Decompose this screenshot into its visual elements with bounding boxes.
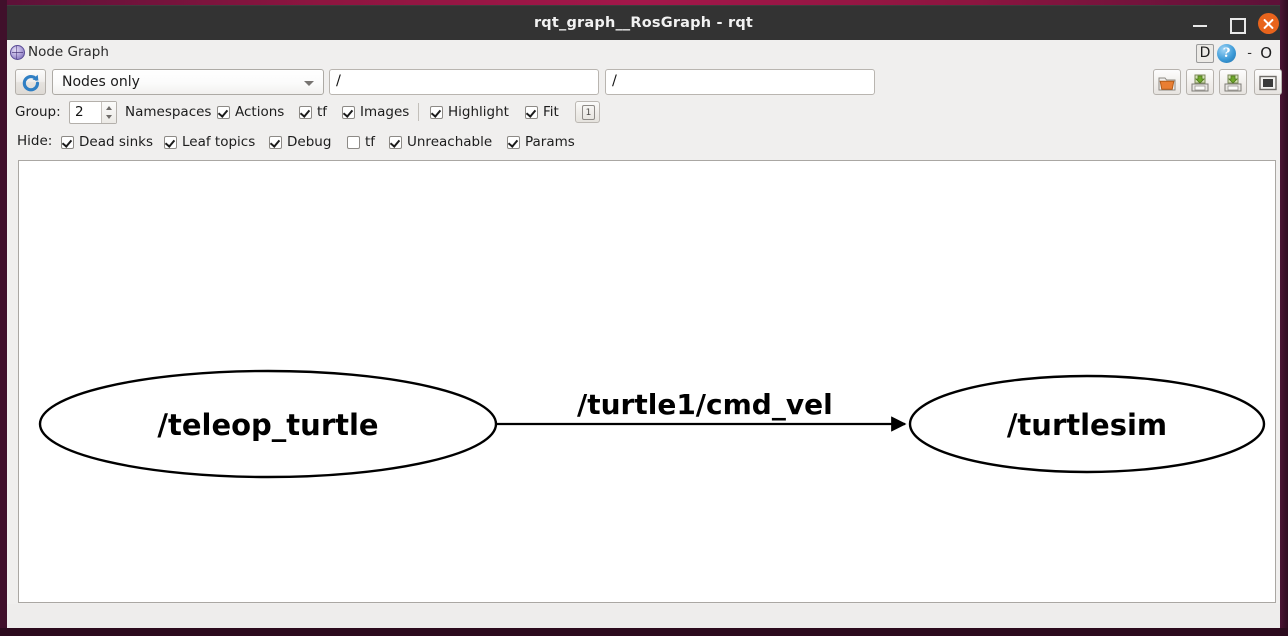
checkbox-dead-sinks[interactable]: Dead sinks — [61, 128, 153, 156]
graph-type-combobox[interactable]: Nodes only — [52, 69, 324, 95]
check-icon[interactable] — [164, 135, 177, 149]
save-to-disk-icon — [1224, 74, 1242, 92]
checkbox-images-label: Images — [360, 104, 410, 120]
dock-undock-button[interactable]: D — [1196, 44, 1214, 63]
check-icon[interactable] — [389, 135, 402, 149]
refresh-icon — [22, 74, 40, 92]
checkbox-leaf-topics[interactable]: Leaf topics — [164, 128, 255, 156]
dock-widget-titlebar[interactable]: Node Graph D ? - O — [7, 40, 1280, 66]
checkbox-highlight-label: Highlight — [448, 104, 509, 120]
checkbox-tf-label: tf — [317, 104, 328, 120]
maximize-button[interactable] — [1226, 14, 1246, 34]
checkbox-unreachable-label: Unreachable — [407, 134, 493, 150]
fit-in-view-label: 1 — [582, 105, 595, 120]
graph-canvas[interactable]: /turtle1/cmd_vel /teleop_turtle /turtles… — [18, 160, 1276, 603]
desktop-edge-right — [1280, 0, 1288, 636]
desktop-edge-left — [0, 0, 7, 636]
check-icon[interactable] — [217, 105, 230, 119]
status-bar — [7, 604, 1280, 628]
group-stepper[interactable] — [101, 102, 116, 123]
chevron-down-icon — [304, 81, 314, 86]
checkbox-actions-label: Actions — [235, 104, 285, 120]
check-icon[interactable] — [342, 105, 355, 119]
node-label: /turtlesim — [1007, 408, 1167, 442]
check-icon[interactable] — [525, 105, 538, 119]
check-icon[interactable] — [430, 105, 443, 119]
window-title: rqt_graph__RosGraph - rqt — [533, 15, 754, 31]
group-label: Group: — [15, 104, 61, 120]
app-window: rqt_graph__RosGraph - rqt Node Graph D ?… — [0, 0, 1288, 636]
refresh-button[interactable] — [15, 69, 46, 95]
checkbox-namespaces-label: Namespaces — [125, 104, 212, 120]
checkbox-actions[interactable]: Actions — [217, 98, 284, 126]
checkbox-highlight[interactable]: Highlight — [430, 98, 509, 126]
checkbox-tf[interactable]: tf — [299, 98, 327, 126]
graph-type-value: Nodes only — [62, 74, 140, 90]
window-titlebar[interactable]: rqt_graph__RosGraph - rqt — [7, 5, 1280, 40]
hide-label: Hide: — [17, 133, 53, 149]
stepper-down-icon[interactable] — [106, 115, 112, 119]
checkbox-dead-sinks-label: Dead sinks — [79, 134, 154, 150]
checkbox-debug[interactable]: Debug — [269, 128, 331, 156]
dock-widget-title: Node Graph — [28, 44, 109, 60]
check-icon[interactable] — [299, 105, 312, 119]
checkbox-fit[interactable]: Fit — [525, 98, 559, 126]
checkbox-debug-label: Debug — [287, 134, 332, 150]
checkbox-unreachable[interactable]: Unreachable — [389, 128, 492, 156]
ros-logo-icon — [10, 45, 25, 60]
minimize-button[interactable] — [1190, 14, 1210, 34]
group-value: 2 — [75, 104, 84, 120]
open-folder-icon — [1158, 77, 1176, 91]
dock-minimize-button[interactable]: - — [1247, 46, 1252, 62]
save-dot-button[interactable] — [1186, 69, 1214, 95]
group-spinbox[interactable]: 2 — [69, 101, 117, 124]
topic-filter-input[interactable]: / — [329, 69, 599, 95]
desktop-edge-bottom — [0, 628, 1288, 636]
graph-node-teleop-turtle[interactable]: /teleop_turtle — [38, 369, 498, 479]
checkbox-fit-label: Fit — [543, 104, 559, 120]
checkbox-params-label: Params — [525, 134, 575, 150]
checkbox-leaf-topics-label: Leaf topics — [182, 134, 256, 150]
graph-edge-turtle1-cmd-vel[interactable]: /turtle1/cmd_vel — [497, 388, 907, 432]
checkbox-namespaces[interactable]: Namespaces — [125, 98, 211, 126]
topic-filter-value: / — [336, 73, 341, 89]
image-frame-icon — [1259, 75, 1277, 91]
graph-options-row: Group: 2 Namespaces Actions tf Images Hi… — [7, 98, 1280, 128]
graph-node-turtlesim[interactable]: /turtlesim — [908, 374, 1266, 474]
node-filter-input[interactable]: / — [605, 69, 875, 95]
checkbox-hide-tf[interactable]: tf — [347, 128, 375, 156]
stepper-up-icon[interactable] — [106, 106, 112, 110]
check-icon[interactable] — [269, 135, 282, 149]
graph-toolbar: Nodes only / / — [7, 68, 1282, 98]
check-icon[interactable] — [347, 135, 360, 149]
node-filter-value: / — [612, 73, 617, 89]
save-as-image-button[interactable] — [1219, 69, 1247, 95]
checkbox-images[interactable]: Images — [342, 98, 409, 126]
check-icon[interactable] — [61, 135, 74, 149]
dock-close-button[interactable]: O — [1260, 44, 1272, 63]
load-dot-button[interactable] — [1153, 69, 1181, 95]
close-button[interactable] — [1258, 13, 1279, 34]
toolbar-separator — [418, 103, 419, 121]
graph-hide-row: Hide: Dead sinks Leaf topics Debug tf Un… — [7, 128, 1280, 156]
fit-in-view-button[interactable]: 1 — [575, 101, 600, 123]
help-icon[interactable]: ? — [1217, 44, 1236, 63]
check-icon[interactable] — [507, 135, 520, 149]
rqt-graph-plugin: Node Graph D ? - O Nodes only / / Group:… — [7, 40, 1282, 628]
screenshot-button[interactable] — [1254, 69, 1282, 95]
ros-graph-svg[interactable]: /turtle1/cmd_vel /teleop_turtle /turtles… — [19, 161, 1275, 602]
save-to-disk-icon — [1191, 74, 1209, 92]
checkbox-hide-tf-label: tf — [365, 134, 376, 150]
checkbox-params[interactable]: Params — [507, 128, 575, 156]
node-label: /teleop_turtle — [157, 408, 378, 442]
edge-label: /turtle1/cmd_vel — [577, 388, 833, 421]
